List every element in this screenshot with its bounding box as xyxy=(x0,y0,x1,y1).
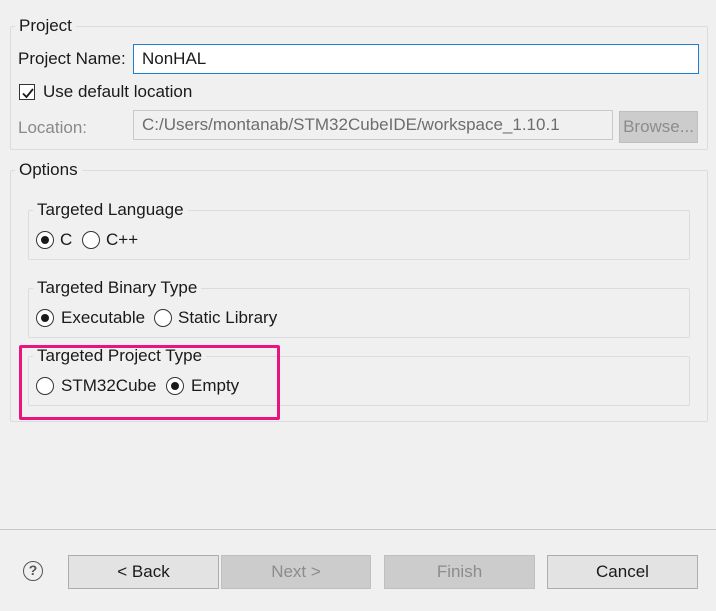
targeted-binary-type-title: Targeted Binary Type xyxy=(37,278,198,297)
radio-binary-executable[interactable] xyxy=(36,309,54,327)
project-name-input[interactable]: NonHAL xyxy=(133,44,699,74)
cancel-button[interactable]: Cancel xyxy=(547,555,698,589)
project-group-title: Project xyxy=(19,16,72,35)
radio-language-cpp-label: C++ xyxy=(106,230,139,249)
options-group-title: Options xyxy=(19,160,78,179)
browse-button: Browse... xyxy=(619,111,698,143)
project-name-label: Project Name: xyxy=(18,49,126,68)
radio-language-c[interactable] xyxy=(36,231,54,249)
highlight-annotation xyxy=(19,345,280,420)
radio-language-cpp[interactable] xyxy=(82,231,100,249)
radio-binary-executable-label: Executable xyxy=(61,308,146,327)
finish-button: Finish xyxy=(384,555,535,589)
use-default-location-checkbox[interactable] xyxy=(19,84,35,100)
help-icon[interactable]: ? xyxy=(23,561,43,581)
next-button: Next > xyxy=(221,555,371,589)
radio-language-c-label: C xyxy=(60,230,73,249)
footer-separator xyxy=(0,529,716,530)
location-label: Location: xyxy=(18,118,87,137)
checkmark-icon xyxy=(22,88,34,99)
targeted-language-title: Targeted Language xyxy=(37,200,184,219)
use-default-location-label: Use default location xyxy=(43,82,193,101)
radio-selected-dot xyxy=(40,313,49,322)
radio-binary-static-library-label: Static Library xyxy=(178,308,278,327)
radio-binary-static-library[interactable] xyxy=(154,309,172,327)
back-button[interactable]: < Back xyxy=(68,555,219,589)
radio-selected-dot xyxy=(40,235,49,244)
location-input: C:/Users/montanab/STM32CubeIDE/workspace… xyxy=(133,110,613,140)
